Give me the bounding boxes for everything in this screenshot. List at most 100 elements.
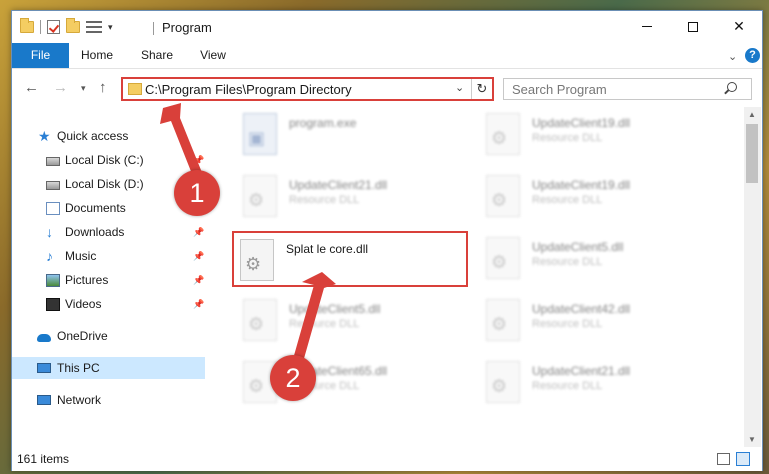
sidebar-item-onedrive[interactable]: OneDrive — [12, 325, 205, 347]
file-name: UpdateClient21.dll — [289, 178, 388, 192]
folder-icon[interactable] — [20, 18, 34, 33]
onedrive-icon — [37, 333, 51, 342]
music-icon: ♪ — [46, 247, 53, 264]
sidebar-item-label: Videos — [65, 297, 102, 311]
up-button[interactable]: ↑ — [99, 79, 107, 96]
folder-icon — [128, 83, 142, 95]
dll-file-icon — [243, 175, 277, 217]
explorer-window: ▾ Program ✕ File Home Share View ⌄ ? ← →… — [11, 10, 763, 471]
file-name: UpdateClient5.dll — [289, 302, 381, 316]
sidebar-item-downloads[interactable]: ↓ Downloads 📌 — [12, 221, 205, 243]
file-item[interactable]: UpdateClient5.dll Resource DLL — [480, 231, 716, 287]
scroll-up-icon[interactable]: ▲ — [748, 110, 756, 119]
file-type: Resource DLL — [532, 194, 603, 206]
scroll-thumb[interactable] — [746, 124, 758, 183]
file-name: UpdateClient5.dll — [532, 240, 624, 254]
refresh-button[interactable]: ↻ — [471, 79, 492, 99]
file-name: UpdateClient21.dll — [532, 364, 631, 378]
sidebar-item-music[interactable]: ♪ Music 📌 — [12, 245, 205, 267]
customize-list-icon[interactable] — [86, 21, 102, 33]
close-button[interactable]: ✕ — [716, 11, 762, 42]
callout-step-1: 1 — [174, 170, 220, 216]
file-name: Splat le core.dll — [286, 242, 369, 256]
tab-view[interactable]: View — [190, 43, 236, 68]
pin-icon[interactable]: 📌 — [193, 155, 204, 166]
file-item[interactable]: UpdateClient19.dll Resource DLL — [480, 107, 716, 163]
minimize-button[interactable] — [624, 11, 670, 42]
sidebar-item-local-disk-c[interactable]: Local Disk (C:) 📌 — [12, 149, 205, 171]
navigation-pane: ★ Quick access Local Disk (C:) 📌 Local D… — [12, 107, 209, 447]
expand-ribbon-icon[interactable]: ⌄ — [728, 50, 737, 63]
sidebar-item-videos[interactable]: Videos 📌 — [12, 293, 205, 315]
pin-icon[interactable]: 📌 — [193, 275, 204, 286]
file-type: Resource DLL — [532, 256, 603, 268]
dll-file-icon — [486, 361, 520, 403]
file-item[interactable]: UpdateClient42.dll Resource DLL — [480, 293, 716, 349]
sidebar-item-pictures[interactable]: Pictures 📌 — [12, 269, 205, 291]
address-dropdown-icon[interactable]: ⌄ — [455, 81, 464, 94]
sidebar-item-label: Downloads — [65, 225, 125, 239]
file-type: Resource DLL — [289, 194, 360, 206]
chevron-down-icon[interactable]: ▾ — [108, 22, 113, 33]
title-bar: ▾ Program ✕ — [12, 11, 762, 43]
sidebar-item-network[interactable]: Network — [12, 389, 205, 411]
maximize-button[interactable] — [670, 11, 716, 42]
properties-check-icon[interactable] — [47, 20, 60, 34]
file-item[interactable]: UpdateClient19.dll Resource DLL — [480, 169, 716, 225]
details-view-icon[interactable] — [717, 453, 730, 465]
tab-share[interactable]: Share — [134, 43, 180, 68]
star-icon: ★ — [38, 127, 51, 144]
qat-separator — [40, 20, 41, 34]
file-item[interactable]: program.exe — [237, 107, 473, 163]
close-icon: ✕ — [733, 18, 745, 34]
file-name: program.exe — [289, 116, 357, 130]
tab-home[interactable]: Home — [74, 43, 120, 68]
file-name: UpdateClient19.dll — [532, 116, 631, 130]
videos-icon — [46, 297, 60, 311]
search-input[interactable] — [512, 81, 712, 97]
dll-file-icon — [243, 299, 277, 341]
downloads-icon: ↓ — [46, 223, 53, 240]
search-box[interactable] — [503, 78, 752, 100]
ribbon-tabs: File Home Share View ⌄ ? — [12, 43, 762, 69]
file-item-highlighted[interactable]: Splat le core.dll — [232, 231, 468, 287]
status-bar: 161 items — [12, 447, 762, 471]
file-item[interactable]: UpdateClient21.dll Resource DLL — [480, 355, 716, 411]
file-name: UpdateClient42.dll — [532, 302, 631, 316]
help-icon[interactable]: ? — [745, 48, 760, 63]
sidebar-item-label: OneDrive — [57, 329, 108, 343]
exe-file-icon — [243, 113, 277, 155]
search-icon[interactable] — [727, 82, 737, 92]
dll-file-icon — [486, 175, 520, 217]
window-title: Program — [162, 20, 212, 35]
pin-icon[interactable]: 📌 — [193, 227, 204, 238]
file-item[interactable]: UpdateClient21.dll Resource DLL — [237, 169, 473, 225]
network-icon — [37, 395, 51, 405]
address-path[interactable]: C:\Program Files\Program Directory — [145, 82, 352, 97]
scroll-down-icon[interactable]: ▼ — [748, 435, 756, 444]
this-pc-icon — [37, 363, 51, 373]
dll-file-icon — [486, 113, 520, 155]
new-folder-icon[interactable] — [66, 18, 80, 33]
file-item[interactable]: UpdateClient5.dll Resource DLL — [237, 293, 473, 349]
recent-locations-chevron-icon[interactable]: ▾ — [81, 83, 86, 94]
address-bar[interactable]: C:\Program Files\Program Directory ⌄ ↻ — [121, 77, 494, 101]
tab-file[interactable]: File — [12, 43, 69, 68]
sidebar-item-quick-access[interactable]: ★ Quick access — [12, 125, 205, 147]
vertical-scrollbar[interactable]: ▲ ▼ — [744, 107, 761, 447]
pin-icon[interactable]: 📌 — [193, 299, 204, 310]
pin-icon[interactable]: 📌 — [193, 251, 204, 262]
sidebar-item-label: Quick access — [57, 129, 129, 143]
sidebar-item-label: Local Disk (D:) — [65, 177, 144, 191]
sidebar-item-this-pc[interactable]: This PC — [12, 357, 205, 379]
large-icons-view-icon[interactable] — [736, 452, 750, 466]
documents-icon — [46, 201, 60, 215]
dll-file-icon — [486, 299, 520, 341]
minimize-icon — [642, 26, 652, 27]
file-type: Resource DLL — [532, 132, 603, 144]
disk-icon — [46, 156, 60, 166]
pictures-icon — [46, 273, 60, 287]
title-separator — [153, 22, 154, 35]
back-button[interactable]: ← — [24, 79, 39, 96]
forward-button[interactable]: → — [53, 79, 68, 96]
